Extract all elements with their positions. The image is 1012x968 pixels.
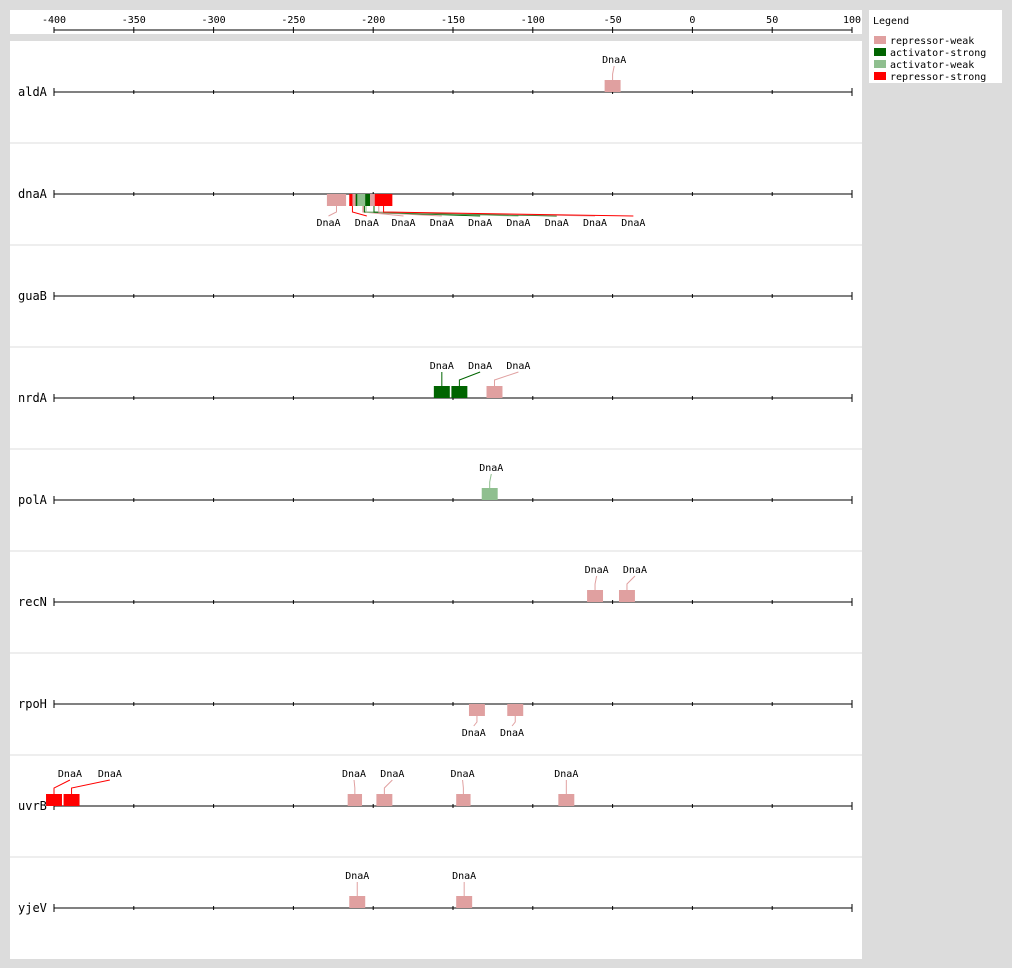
site-label: DnaA [506, 361, 530, 372]
gene-label: aldA [18, 85, 48, 99]
legend-swatch [874, 36, 886, 44]
site-label: DnaA [554, 769, 578, 780]
axis-tick-label: -150 [441, 15, 465, 26]
site-connector [626, 575, 636, 590]
axis-tick-label: -100 [521, 15, 545, 26]
site-label: DnaA [506, 218, 530, 229]
axis-tick-label: 50 [766, 15, 778, 26]
binding-site [451, 386, 468, 398]
axis-tick-label: 0 [689, 15, 695, 26]
binding-site [374, 194, 393, 206]
site-label: DnaA [58, 769, 82, 780]
site-label: DnaA [345, 871, 369, 882]
site-label: DnaA [380, 769, 404, 780]
gene-label: polA [18, 493, 48, 507]
gene-label: guaB [18, 289, 47, 303]
binding-site [349, 896, 366, 908]
legend-graphic: Legend repressor-weakactivator-strongacti… [873, 16, 986, 83]
site-connector [383, 779, 393, 794]
site-connector [353, 779, 356, 794]
site-label: DnaA [623, 565, 647, 576]
site-connector [489, 473, 492, 488]
site-label: DnaA [545, 218, 569, 229]
legend-item-label: repressor-strong [890, 72, 986, 83]
legend-swatch [874, 60, 886, 68]
site-connector [511, 716, 516, 727]
site-label: DnaA [430, 218, 454, 229]
binding-site [456, 896, 473, 908]
binding-site [604, 80, 621, 92]
site-label: DnaA [316, 218, 340, 229]
legend-swatch [874, 48, 886, 56]
binding-site [618, 590, 635, 602]
axis-tick-label: -300 [202, 15, 226, 26]
gene-tracks: aldA DnaA dnaA DnaA DnaA DnaA DnaA DnaA DnaA DnaA… [10, 55, 862, 915]
site-label: DnaA [98, 769, 122, 780]
binding-site [456, 794, 471, 806]
site-connector [458, 371, 481, 386]
legend-item-label: repressor-weak [890, 36, 974, 47]
legend-item-label: activator-strong [890, 48, 986, 59]
site-connector [473, 716, 478, 727]
legend: Legend repressor-weak activator-strong acti… [869, 10, 1002, 83]
binding-site [587, 590, 604, 602]
site-label: DnaA [585, 565, 609, 576]
site-label: DnaA [391, 218, 415, 229]
binding-site [326, 194, 347, 206]
axis-tick-label: -200 [361, 15, 385, 26]
gene-label: recN [18, 595, 47, 609]
binding-site [433, 386, 450, 398]
site-connector [594, 575, 598, 590]
binding-site [347, 794, 363, 806]
axis-tick-label: -350 [122, 15, 146, 26]
legend-item-label: activator-weak [890, 60, 974, 71]
site-label: DnaA [468, 218, 492, 229]
gene-label: yjeV [18, 901, 47, 915]
binding-site [486, 386, 503, 398]
site-label: DnaA [468, 361, 492, 372]
binding-site [468, 704, 485, 716]
site-connector [462, 779, 464, 794]
axis-tick-label: -400 [42, 15, 66, 26]
legend-swatch [874, 72, 886, 80]
site-label: DnaA [479, 463, 503, 474]
axis-tick-label: -250 [281, 15, 305, 26]
site-label: DnaA [355, 218, 379, 229]
site-connector [53, 779, 71, 794]
site-label: DnaA [451, 769, 475, 780]
binding-site [63, 794, 80, 806]
site-label: DnaA [500, 728, 524, 739]
site-label: DnaA [452, 871, 476, 882]
gene-label: rpoH [18, 697, 47, 711]
gene-tracks-panel: aldA DnaA dnaA DnaA DnaA DnaA DnaA DnaA DnaA DnaA… [10, 41, 862, 959]
gene-label: nrdA [18, 391, 48, 405]
site-connector [71, 779, 110, 794]
binding-site [507, 704, 524, 716]
site-label: DnaA [583, 218, 607, 229]
site-connector [328, 206, 337, 217]
axis-tick-label: 100 [843, 15, 861, 26]
site-label: DnaA [602, 55, 626, 66]
site-connector [493, 371, 519, 386]
position-axis: -400 -350 -300 -250 -200 -150 -100 -50 0 50 100 [42, 15, 861, 33]
position-axis-panel: -400 -350 -300 -250 -200 -150 -100 -50 0 50 100 [10, 10, 862, 34]
site-label: DnaA [621, 218, 645, 229]
site-label: DnaA [430, 361, 454, 372]
site-connector [612, 65, 615, 80]
gene-label: dnaA [18, 187, 48, 201]
binding-site [376, 794, 393, 806]
gene-label: uvrB [18, 799, 47, 813]
axis-tick-label: -50 [604, 15, 622, 26]
site-label: DnaA [462, 728, 486, 739]
site-label: DnaA [342, 769, 366, 780]
binding-site [558, 794, 575, 806]
binding-site [46, 794, 62, 806]
binding-site [481, 488, 498, 500]
legend-title: Legend [873, 16, 909, 27]
